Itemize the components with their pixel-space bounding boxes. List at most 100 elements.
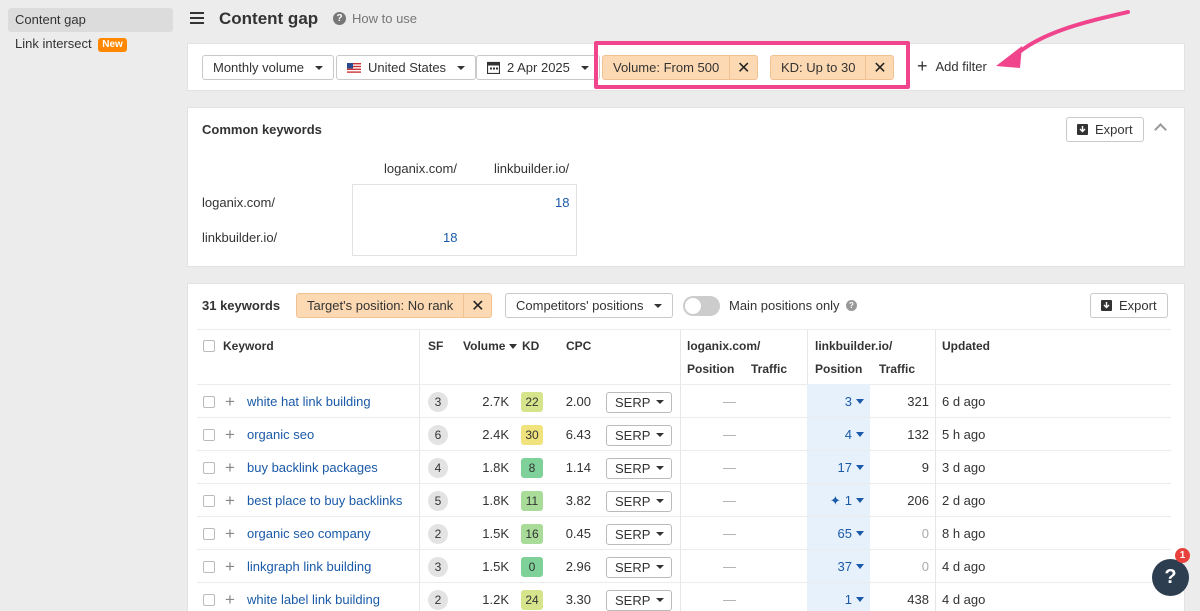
site2-position[interactable]: 4 [812, 427, 864, 442]
caret-down-icon [656, 532, 664, 536]
column-divider [680, 329, 681, 611]
keywords-count: 31 keywords [202, 298, 281, 313]
updated-value: 3 d ago [942, 459, 986, 475]
site2-position[interactable]: 17 [812, 460, 864, 475]
row-checkbox[interactable] [203, 527, 215, 540]
site2-position[interactable]: ✦ 1 [812, 493, 864, 509]
export-button[interactable]: Export [1066, 117, 1144, 142]
row-checkbox[interactable] [203, 560, 215, 573]
site2-position[interactable]: 1 [812, 592, 864, 607]
serp-features-count[interactable]: 3 [428, 556, 448, 577]
competitors-positions-dropdown[interactable]: Competitors' positions [505, 293, 674, 318]
serp-features-count[interactable]: 5 [428, 490, 448, 511]
notification-badge: 1 [1175, 548, 1190, 563]
row-checkbox[interactable] [203, 593, 215, 606]
date-dropdown[interactable]: 2 Apr 2025 [476, 55, 600, 80]
info-icon[interactable]: ? [846, 300, 857, 311]
site1-position: — [723, 492, 736, 508]
column-header-keyword[interactable]: Keyword [223, 339, 274, 353]
add-to-list-icon[interactable]: + [225, 459, 235, 476]
target-position-filter-chip[interactable]: Target's position: No rank ✕ [296, 293, 493, 318]
serp-dropdown[interactable]: SERP [606, 556, 672, 578]
column-header-cpc[interactable]: CPC [566, 339, 591, 353]
serp-dropdown[interactable]: SERP [606, 457, 672, 479]
serp-dropdown[interactable]: SERP [606, 490, 672, 512]
how-to-use-link[interactable]: ? How to use [333, 11, 417, 26]
add-to-list-icon[interactable]: + [225, 393, 235, 410]
site2-position[interactable]: 3 [812, 394, 864, 409]
keyword-link[interactable]: white label link building [247, 592, 380, 607]
serp-features-count[interactable]: 2 [428, 523, 448, 544]
keyword-link[interactable]: organic seo company [247, 526, 371, 541]
column-divider [935, 329, 936, 611]
add-to-list-icon[interactable]: + [225, 492, 235, 509]
sidebar-item-label: Content gap [15, 12, 86, 27]
common-keywords-card [187, 107, 1185, 267]
sidebar-item-link-intersect[interactable]: Link intersect New [8, 32, 173, 56]
add-to-list-icon[interactable]: + [225, 558, 235, 575]
download-icon [1077, 124, 1088, 135]
column-header-kd[interactable]: KD [522, 339, 539, 353]
matrix-value-link[interactable]: 18 [443, 230, 457, 245]
serp-features-count[interactable]: 2 [428, 589, 448, 610]
caret-down-icon [580, 65, 589, 70]
main-positions-toggle[interactable] [683, 296, 720, 316]
row-checkbox[interactable] [203, 395, 215, 408]
column-header-site2-position[interactable]: Position [815, 362, 862, 376]
column-header-volume[interactable]: Volume [463, 339, 505, 353]
header-bottom-divider [197, 384, 1171, 385]
column-header-site2-traffic[interactable]: Traffic [879, 362, 915, 376]
serp-label: SERP [615, 394, 651, 410]
serp-dropdown[interactable]: SERP [606, 391, 672, 413]
column-header-site1-traffic[interactable]: Traffic [751, 362, 787, 376]
serp-features-count[interactable]: 6 [428, 424, 448, 445]
keyword-link[interactable]: organic seo [247, 427, 314, 442]
column-header-site1-position[interactable]: Position [687, 362, 734, 376]
serp-features-count[interactable]: 3 [428, 391, 448, 412]
serp-dropdown[interactable]: SERP [606, 424, 672, 446]
kd-badge: 24 [521, 589, 543, 610]
export-button[interactable]: Export [1090, 293, 1168, 318]
sidebar-item-content-gap[interactable]: Content gap [8, 8, 173, 32]
country-dropdown[interactable]: United States [336, 55, 477, 80]
position-value: 4 [844, 426, 852, 442]
updated-value: 8 h ago [942, 525, 986, 541]
row-checkbox[interactable] [203, 494, 215, 507]
caret-down-icon [656, 499, 664, 503]
select-all-checkbox[interactable] [203, 340, 215, 352]
row-checkbox[interactable] [203, 428, 215, 441]
site2-traffic: 132 [907, 426, 929, 442]
column-header-updated[interactable]: Updated [942, 339, 990, 353]
site2-position[interactable]: 37 [812, 559, 864, 574]
sparkle-icon: ✦ [829, 492, 841, 508]
cpc-value: 3.82 [565, 492, 591, 508]
serp-label: SERP [615, 559, 651, 575]
site2-position[interactable]: 65 [812, 526, 864, 541]
column-header-sf[interactable]: SF [428, 339, 443, 353]
close-icon[interactable]: ✕ [463, 294, 491, 317]
column-header-site2: linkbuilder.io/ [815, 339, 893, 353]
serp-dropdown[interactable]: SERP [606, 589, 672, 611]
position-value: 1 [844, 591, 852, 607]
keyword-link[interactable]: white hat link building [247, 394, 371, 409]
add-to-list-icon[interactable]: + [225, 426, 235, 443]
matrix-value-link[interactable]: 18 [555, 195, 569, 210]
volume-value: 1.8K [482, 459, 509, 475]
serp-dropdown[interactable]: SERP [606, 523, 672, 545]
matrix-row-header: loganix.com/ [202, 195, 275, 210]
cpc-value: 0.45 [565, 525, 591, 541]
position-value: 65 [837, 525, 852, 541]
keyword-link[interactable]: linkgraph link building [247, 559, 371, 574]
add-to-list-icon[interactable]: + [225, 525, 235, 542]
row-checkbox[interactable] [203, 461, 215, 474]
hamburger-menu-icon[interactable] [190, 12, 204, 24]
keyword-link[interactable]: buy backlink packages [247, 460, 378, 475]
serp-features-count[interactable]: 4 [428, 457, 448, 478]
help-button[interactable]: ? [1152, 559, 1189, 596]
serp-label: SERP [615, 427, 651, 443]
add-to-list-icon[interactable]: + [225, 591, 235, 608]
add-filter-button[interactable]: + Add filter [917, 57, 987, 75]
keyword-link[interactable]: best place to buy backlinks [247, 493, 402, 508]
volume-mode-dropdown[interactable]: Monthly volume [202, 55, 335, 80]
updated-value: 5 h ago [942, 426, 986, 442]
